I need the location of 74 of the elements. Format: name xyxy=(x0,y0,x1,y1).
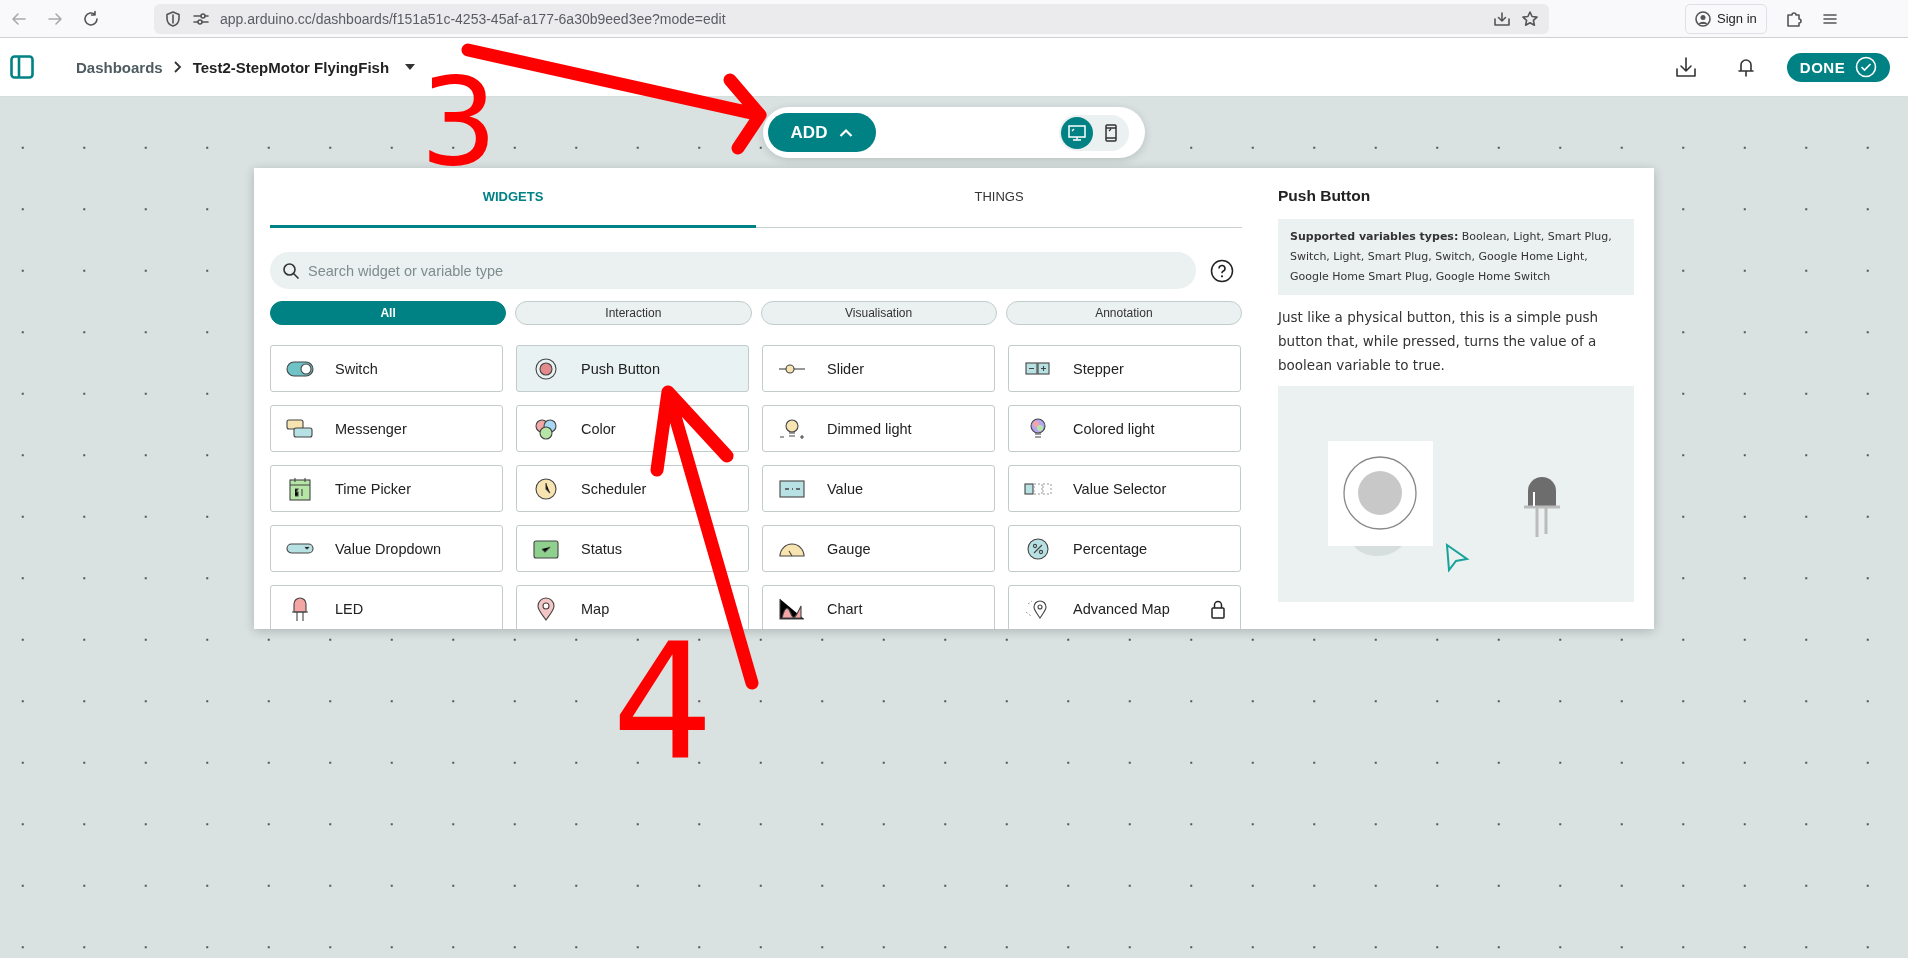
widget-card[interactable]: Advanced Map xyxy=(1008,585,1241,629)
widget-card[interactable]: Time Picker xyxy=(270,465,503,512)
help-icon[interactable] xyxy=(1210,258,1234,283)
sign-in-button[interactable]: Sign in xyxy=(1685,3,1767,34)
widget-card[interactable]: Percentage xyxy=(1008,525,1241,572)
star-icon[interactable] xyxy=(1521,9,1539,28)
widget-label: Switch xyxy=(335,360,378,377)
reload-icon[interactable] xyxy=(82,9,100,28)
tab[interactable]: WIDGETS xyxy=(270,168,756,228)
widget-card[interactable]: Map xyxy=(516,585,749,629)
breadcrumb-link[interactable]: Dashboards xyxy=(76,58,163,76)
widget-label: Map xyxy=(581,600,610,617)
widget-card[interactable]: Dimmed light xyxy=(762,405,995,452)
download-icon[interactable] xyxy=(1493,9,1511,28)
chevron-up-icon xyxy=(839,127,854,138)
widget-card[interactable]: LED xyxy=(270,585,503,629)
add-button[interactable]: ADD xyxy=(768,113,876,152)
widget-label: Scheduler xyxy=(581,480,647,497)
widget-card[interactable]: Gauge xyxy=(762,525,995,572)
widget-label: Colored light xyxy=(1073,420,1155,437)
done-button[interactable]: DONE xyxy=(1787,52,1890,82)
widget-label: Chart xyxy=(827,600,863,617)
widget-card[interactable]: Switch xyxy=(270,345,503,392)
widget-label: Time Picker xyxy=(335,480,411,497)
check-circle-icon xyxy=(1855,56,1878,78)
sidebar-icon[interactable] xyxy=(10,55,34,79)
widget-card[interactable]: Status xyxy=(516,525,749,572)
widget-label: Status xyxy=(581,540,623,557)
chevron-right-icon xyxy=(172,61,183,73)
widget-label: Advanced Map xyxy=(1073,600,1170,617)
widget-card[interactable]: Value xyxy=(762,465,995,512)
annotation-number: 4 xyxy=(612,634,714,772)
widget-card[interactable]: Slider xyxy=(762,345,995,392)
widget-label: Value xyxy=(827,480,863,497)
tab[interactable]: THINGS xyxy=(756,168,1242,228)
caret-down-icon[interactable] xyxy=(405,64,416,70)
widget-label: Color xyxy=(581,420,616,437)
widget-label: LED xyxy=(335,600,364,617)
bell-icon[interactable] xyxy=(1735,56,1757,78)
detail-title: Push Button xyxy=(1278,187,1372,205)
widget-card[interactable]: Scheduler xyxy=(516,465,749,512)
shield-icon xyxy=(164,9,182,28)
user-circle-icon xyxy=(1695,10,1711,27)
widget-label: Messenger xyxy=(335,420,407,437)
widget-label: Dimmed light xyxy=(827,420,912,437)
widget-label: Gauge xyxy=(827,540,871,557)
view-mode-button[interactable] xyxy=(1061,116,1093,149)
search-icon xyxy=(282,262,300,280)
widget-label: Slider xyxy=(827,360,865,377)
widget-card[interactable]: Chart xyxy=(762,585,995,629)
search-field[interactable]: Search widget or variable type xyxy=(270,252,1196,289)
url-text: app.arduino.cc/dashboards/f151a51c-4253-45af-a177-6a30b9eed3ee?mode=edit xyxy=(220,10,726,27)
widget-label: Percentage xyxy=(1073,540,1148,557)
widget-label: Value Selector xyxy=(1073,480,1167,497)
widget-description: Just like a physical button, this is a simple push button that, while pressed, turns the value of a boolean variable to true. xyxy=(1278,308,1600,375)
widget-card[interactable]: Push Button xyxy=(516,345,749,392)
widget-label: Value Dropdown xyxy=(335,540,442,557)
dashboard-title: Test2-StepMotor FlyingFish xyxy=(192,58,390,76)
filter-chip[interactable]: Visualisation xyxy=(760,301,997,325)
download-icon[interactable] xyxy=(1675,56,1697,78)
filter-chip[interactable]: All xyxy=(270,301,507,325)
widget-label: Push Button xyxy=(581,360,660,377)
supported-types-note: Supported variables types: Boolean, Light, Smart Plug, Switch, Light, Smart Plug, Switch, Google Home Light, Google Home Smart Plug, Google Home Switch xyxy=(1278,219,1634,295)
widget-card[interactable]: Messenger xyxy=(270,405,503,452)
address-bar[interactable]: app.arduino.cc/dashboards/f151a51c-4253-45af-a177-6a30b9eed3ee?mode=edit xyxy=(154,3,1549,34)
widget-card[interactable]: Value Dropdown xyxy=(270,525,503,572)
widget-card[interactable]: Value Selector xyxy=(1008,465,1241,512)
puzzle-icon[interactable] xyxy=(1784,9,1803,28)
widget-card[interactable]: Stepper xyxy=(1008,345,1241,392)
filter-chip[interactable]: Annotation xyxy=(1005,301,1242,325)
widget-card[interactable]: Colored light xyxy=(1008,405,1241,452)
filter-chip[interactable]: Interaction xyxy=(515,301,752,325)
widget-label: Stepper xyxy=(1073,360,1124,377)
monitor-icon xyxy=(1067,122,1087,143)
